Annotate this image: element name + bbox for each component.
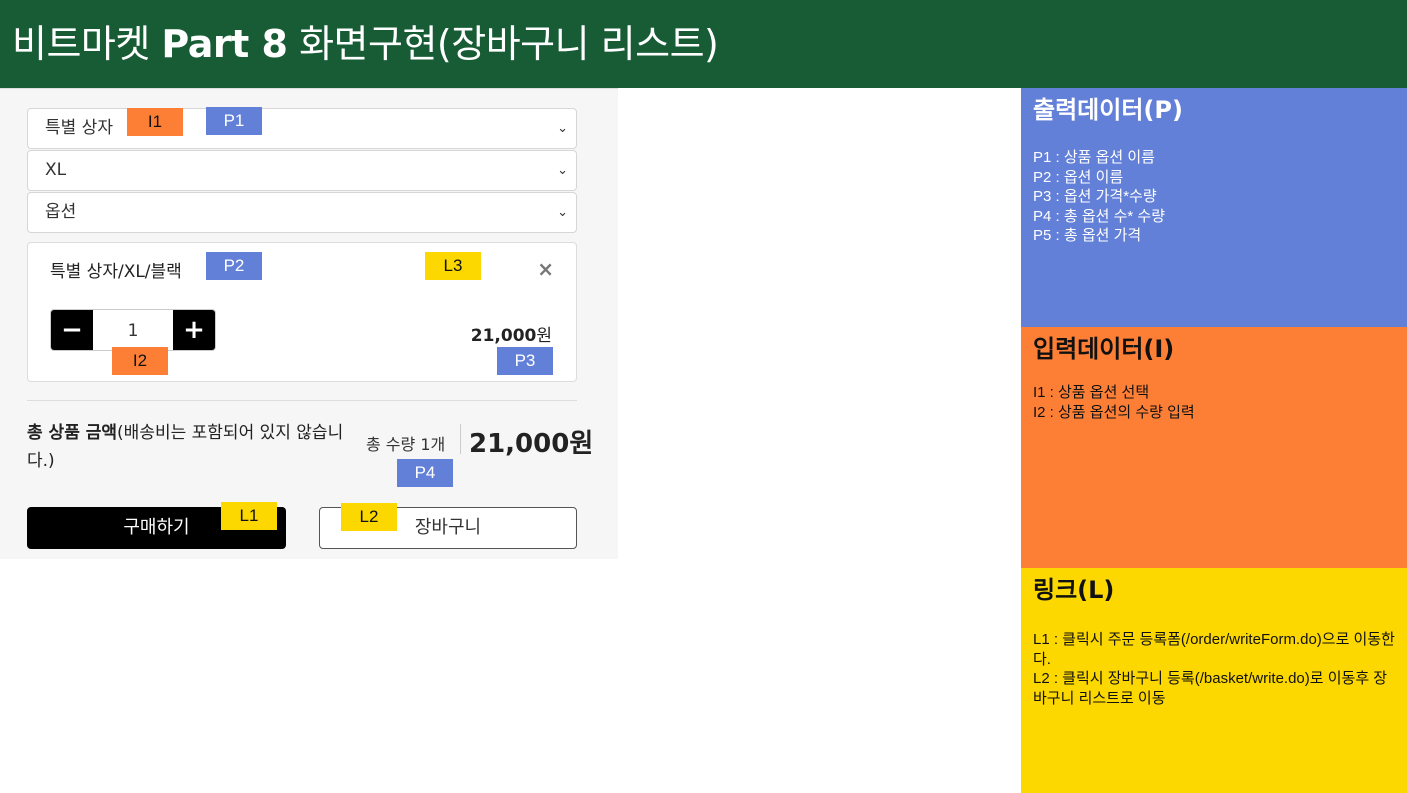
input-legend-items: I1 : 상품 옵션 선택 I2 : 상품 옵션의 수량 입력	[1033, 383, 1395, 422]
output-legend-item: P2 : 옵션 이름	[1033, 168, 1124, 186]
input-legend-item: I2 : 상품 옵션의 수량 입력	[1033, 403, 1195, 421]
quantity-input[interactable]: 1	[93, 310, 173, 350]
option-price-value: 21,000	[470, 326, 537, 346]
option-price: 21,000원	[471, 321, 552, 346]
chevron-down-icon: ⌄	[557, 163, 568, 178]
header-bar: 비트마켓 Part 8 화면구현(장바구니 리스트)	[0, 0, 1407, 88]
quantity-stepper: − 1 +	[50, 309, 216, 351]
output-legend-item: P5 : 총 옵션 가격	[1033, 227, 1142, 244]
selected-option-card: 특별 상자/XL/블랙 × − 1 + 21,000원	[27, 242, 577, 382]
total-label-bold: 총 상품 금액	[27, 423, 118, 443]
link-legend-title: 링크(L)	[1033, 576, 1115, 604]
output-legend-item: P4 : 총 옵션 수* 수량	[1033, 207, 1165, 225]
link-legend-item: L1 : 클릭시 주문 등록폼(/order/writeForm.do)으로 이…	[1033, 631, 1395, 668]
title-suffix: 화면구현(장바구니 리스트)	[287, 22, 719, 66]
input-legend-title: 입력데이터(I)	[1033, 335, 1175, 363]
output-legend-item: P1 : 상품 옵션 이름	[1033, 149, 1155, 166]
link-legend-item: L2 : 클릭시 장바구니 등록(/basket/write.do)로 이동후 …	[1033, 670, 1388, 707]
input-legend-item: I1 : 상품 옵션 선택	[1033, 384, 1150, 401]
output-legend-item: P3 : 옵션 가격*수량	[1033, 188, 1157, 205]
link-legend: 링크(L) L1 : 클릭시 주문 등록폼(/order/writeForm.d…	[1021, 568, 1407, 793]
total-price: 21,000원	[469, 429, 594, 459]
title-prefix: 비트마켓	[12, 22, 162, 66]
chevron-down-icon: ⌄	[557, 121, 568, 136]
output-legend-title: 출력데이터(P)	[1033, 96, 1183, 124]
option-select-1-value: 특별 상자	[45, 118, 113, 138]
page-title: 비트마켓 Part 8 화면구현(장바구니 리스트)	[12, 18, 719, 70]
quantity-plus-button[interactable]: +	[173, 310, 215, 350]
page: 비트마켓 Part 8 화면구현(장바구니 리스트) 특별 상자 ⌄ XL ⌄ …	[0, 0, 1407, 793]
tag-l3: L3	[425, 252, 481, 280]
tag-l1: L1	[221, 502, 277, 530]
link-legend-items: L1 : 클릭시 주문 등록폼(/order/writeForm.do)으로 이…	[1033, 630, 1395, 708]
option-select-3[interactable]: 옵션 ⌄	[27, 192, 577, 233]
divider	[27, 400, 577, 401]
tag-p1: P1	[206, 107, 262, 135]
tag-p2: P2	[206, 252, 262, 280]
chevron-down-icon: ⌄	[557, 205, 568, 220]
quantity-minus-button[interactable]: −	[51, 310, 93, 350]
selected-option-name: 특별 상자/XL/블랙	[50, 262, 182, 282]
output-data-legend: 출력데이터(P) P1 : 상품 옵션 이름 P2 : 옵션 이름 P3 : 옵…	[1021, 88, 1407, 327]
product-option-panel: 특별 상자 ⌄ XL ⌄ 옵션 ⌄ 특별 상자/XL/블랙 × − 1 + 21…	[0, 88, 618, 559]
tag-i1: I1	[127, 108, 183, 136]
output-legend-items: P1 : 상품 옵션 이름 P2 : 옵션 이름 P3 : 옵션 가격*수량 P…	[1033, 148, 1395, 246]
option-select-2[interactable]: XL ⌄	[27, 150, 577, 191]
total-amount-label: 총 상품 금액(배송비는 포함되어 있지 않습니다.)	[27, 419, 362, 475]
option-select-3-value: 옵션	[45, 202, 77, 222]
tag-l2: L2	[341, 503, 397, 531]
option-select-2-value: XL	[45, 160, 67, 180]
input-data-legend: 입력데이터(I) I1 : 상품 옵션 선택 I2 : 상품 옵션의 수량 입력	[1021, 327, 1407, 568]
remove-option-close-icon[interactable]: ×	[537, 257, 554, 281]
option-select-1[interactable]: 특별 상자 ⌄	[27, 108, 577, 149]
tag-p4: P4	[397, 459, 453, 487]
option-price-currency: 원	[536, 326, 552, 346]
vertical-separator	[460, 424, 461, 454]
title-bold: Part 8	[161, 22, 288, 66]
tag-p3: P3	[497, 347, 553, 375]
total-quantity: 총 수량 1개	[366, 435, 446, 454]
tag-i2: I2	[112, 347, 168, 375]
